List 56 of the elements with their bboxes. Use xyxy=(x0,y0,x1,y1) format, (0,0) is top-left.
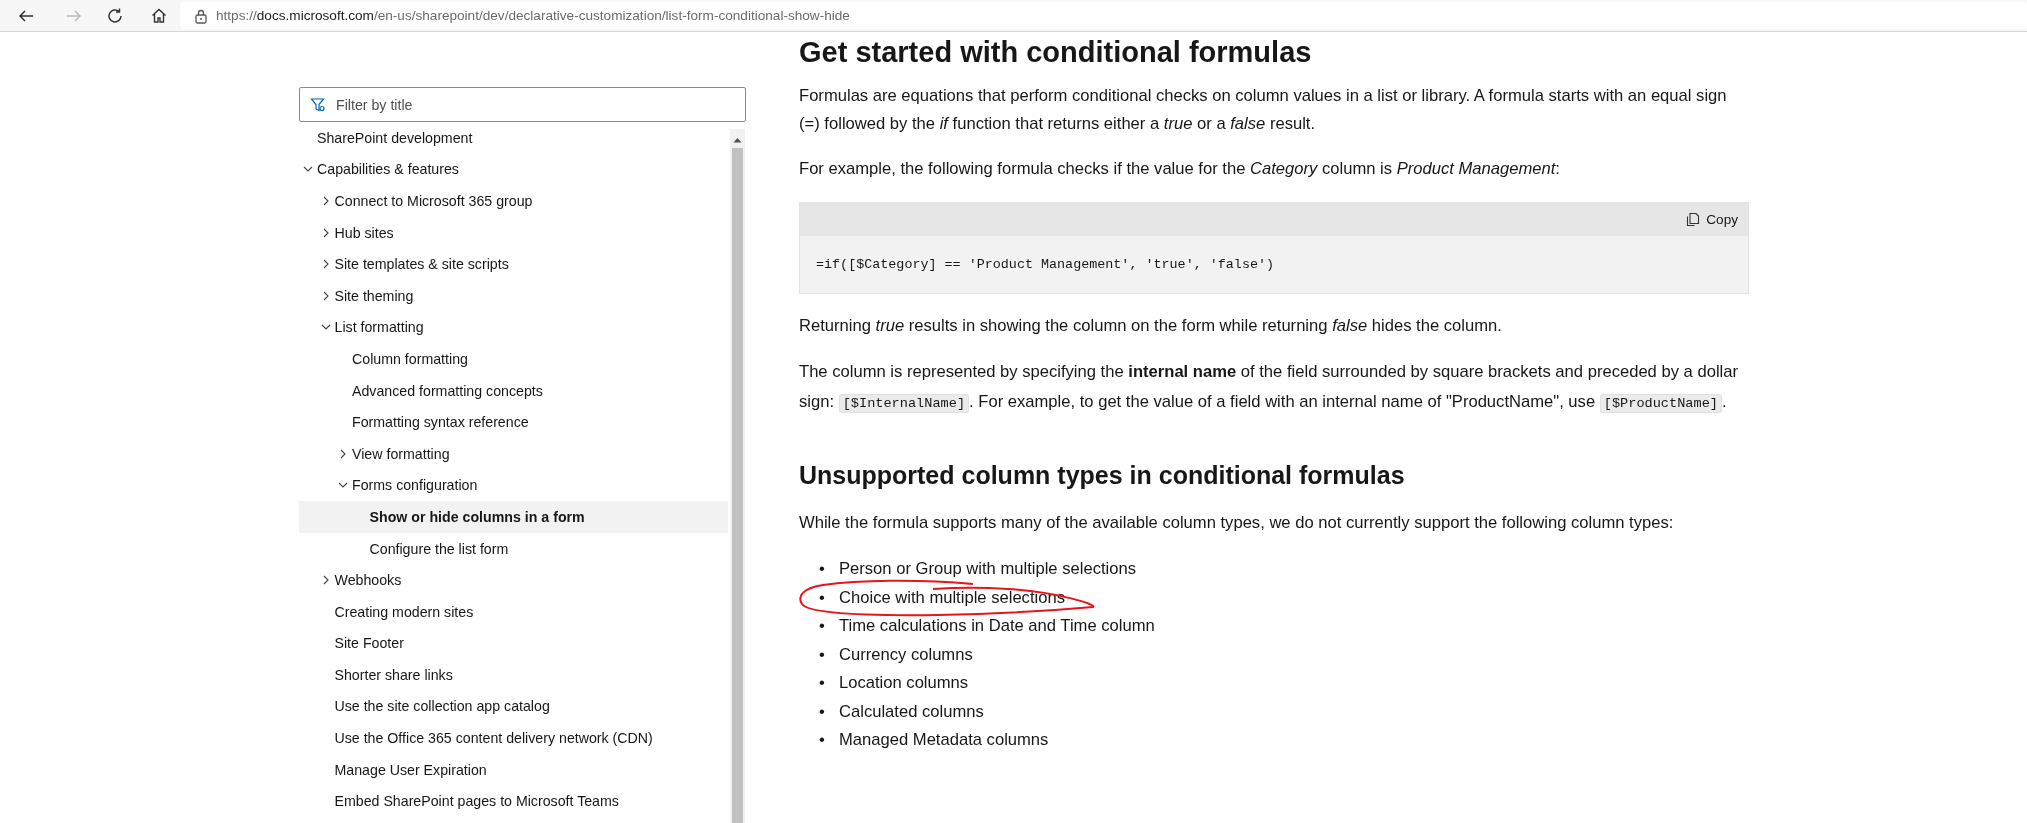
tree-item[interactable]: Capabilities & features xyxy=(299,153,728,186)
tree-item[interactable]: Shorter share links xyxy=(299,659,728,691)
list-item: Location columns xyxy=(839,672,969,694)
list-item: Choice with multiple selections xyxy=(839,586,1065,609)
paragraph: The column is represented by specifying the internal name of the field surrounded by square brackets and preceded by a dollar sign: [$InternalName] . For example, to get the value of a field with an internal name of "ProductName", use [$ProductName] . xyxy=(799,361,1740,415)
list-item: Time calculations in Date and Time column xyxy=(839,615,1155,637)
paragraph: Returning true results in showing the column on the form while returning false hides the column. xyxy=(799,315,1503,337)
bullet: • xyxy=(819,558,826,580)
tree-item[interactable]: Formatting syntax reference xyxy=(299,406,728,438)
copy-icon xyxy=(1686,212,1701,227)
tree-item[interactable]: SharePoint development xyxy=(299,122,728,154)
bullet: • xyxy=(819,700,826,723)
tree-item[interactable]: Hub sites xyxy=(299,216,728,249)
bullet: • xyxy=(819,729,826,751)
scrollbar-thumb[interactable] xyxy=(732,148,743,823)
tree-item[interactable]: Webhooks xyxy=(299,564,728,596)
tree-item[interactable]: Creating modern sites xyxy=(299,595,728,628)
tree-item[interactable]: Use the site collection app catalog xyxy=(299,690,728,723)
page-heading: Get started with conditional formulas xyxy=(799,35,1313,70)
list-item: Managed Metadata columns xyxy=(839,729,1049,751)
tree-item[interactable]: Use the Office 365 content delivery network (CDN) xyxy=(299,722,728,754)
tree-item[interactable]: List formatting xyxy=(299,311,728,344)
code-text: =if([$Category] == 'Product Management', 'true', 'false') xyxy=(800,236,1748,293)
filter-input[interactable]: Filter by title xyxy=(334,95,745,114)
paragraph: For example, the following formula checks if the value for the Category column is Product Management: xyxy=(799,158,1561,180)
tree-item[interactable]: Site templates & site scripts xyxy=(299,248,728,280)
refresh-icon[interactable] xyxy=(106,6,124,25)
address-field[interactable]: https://docs.microsoft.com/en-us/sharepoint/dev/declarative-customization/list-form-conditional-show-hide xyxy=(180,2,2027,29)
bullet: • xyxy=(819,615,826,637)
scroll-up-icon[interactable] xyxy=(733,137,742,143)
tree-item[interactable]: View formatting xyxy=(299,437,728,470)
filter-field[interactable]: Filter by title xyxy=(299,87,746,122)
filter-icon xyxy=(310,96,326,113)
list-item: Person or Group with multiple selections xyxy=(839,558,1136,580)
tree-item[interactable]: Configure the list form xyxy=(299,532,728,565)
tree-item[interactable]: Manage User Expiration xyxy=(299,753,728,786)
paragraph: While the formula supports many of the available column types, we do not currently support the following column types: xyxy=(799,512,1675,534)
lock-icon[interactable] xyxy=(194,7,208,24)
scrollbar[interactable] xyxy=(730,129,745,823)
tree-item[interactable]: Embed SharePoint pages to Microsoft Teams xyxy=(299,785,728,818)
tree-item[interactable]: Forms configuration xyxy=(299,469,728,502)
section-heading: Unsupported column types in conditional formulas xyxy=(799,460,1406,491)
bullet: • xyxy=(819,586,826,609)
home-icon[interactable] xyxy=(150,6,168,25)
copy-button[interactable]: Copy xyxy=(1684,210,1740,229)
tree-item[interactable]: Site theming xyxy=(299,279,728,312)
tree-item[interactable]: Connect to Microsoft 365 group xyxy=(299,185,728,217)
paragraph: Formulas are equations that perform conditional checks on column values in a list or library. A formula starts with an equal sign (=) followed by the if function that returns either a true or a false result. xyxy=(799,85,1728,135)
bullet: • xyxy=(819,672,826,694)
tree-item[interactable]: Advanced formatting concepts xyxy=(299,374,728,407)
list-item: Calculated columns xyxy=(839,700,984,723)
tree-item[interactable]: Show or hide columns in a form xyxy=(299,501,728,533)
list-item: Currency columns xyxy=(839,643,973,666)
tree-item[interactable]: Site Footer xyxy=(299,627,728,660)
tree-item[interactable]: Column formatting xyxy=(299,343,728,375)
bullet: • xyxy=(819,643,826,666)
